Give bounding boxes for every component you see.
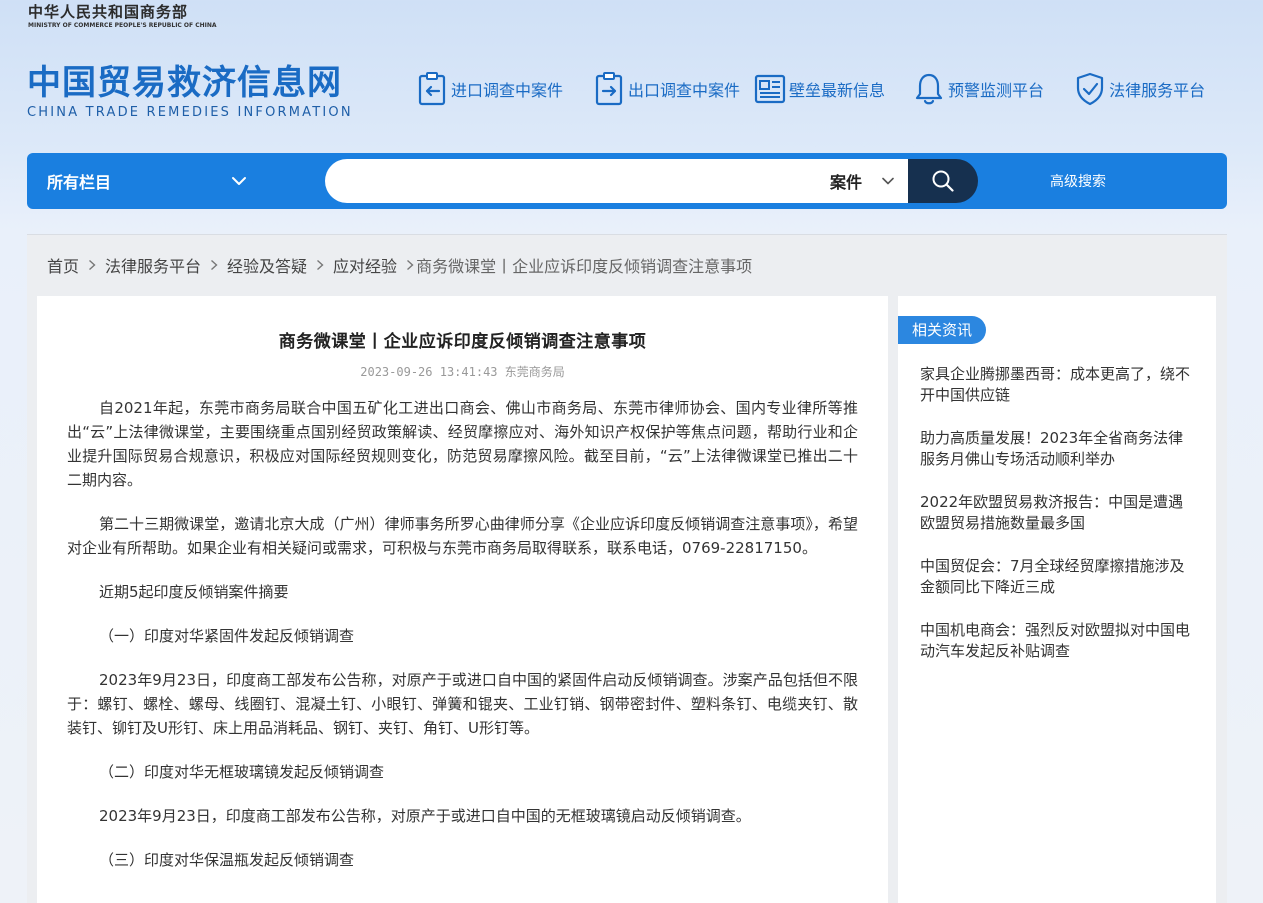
breadcrumb-current: 商务微课堂丨企业应诉印度反倾销调查注意事项 [416, 257, 753, 276]
nav-import-cases[interactable]: 进口调查中案件 [416, 72, 563, 106]
related-news-item[interactable]: 中国贸促会：7月全球经贸摩擦措施涉及金额同比下降近三成 [920, 556, 1198, 598]
nav-export-cases[interactable]: 出口调查中案件 [593, 72, 740, 106]
search-input[interactable] [325, 159, 795, 203]
content-frame: 首页 法律服务平台 经验及答疑 应对经验 商务微课堂丨企业应诉印度反倾销调查注意… [27, 234, 1227, 903]
breadcrumb-legal-service[interactable]: 法律服务平台 [105, 253, 201, 277]
shield-check-icon [1074, 72, 1106, 106]
chevron-down-icon [882, 177, 894, 185]
site-logo[interactable]: 中国贸易救济信息网 CHINA TRADE REMEDIES INFORMATI… [27, 62, 353, 122]
search-type-value: 案件 [829, 173, 862, 192]
category-select[interactable]: 所有栏目 [47, 153, 247, 209]
search-icon [932, 170, 954, 192]
nav-warning-platform[interactable]: 预警监测平台 [913, 72, 1044, 106]
article-paragraph: 自2021年起，东莞市商务局联合中国五矿化工进出口商会、佛山市商务局、东莞市律师… [67, 399, 858, 489]
article-paragraph: 近期5起印度反倾销案件摘要 [99, 583, 289, 601]
breadcrumb-experience-qa[interactable]: 经验及答疑 [227, 253, 307, 277]
site-title-en: CHINA TRADE REMEDIES INFORMATION [27, 105, 353, 120]
advanced-search-link[interactable]: 高级搜索 [1050, 153, 1106, 209]
article-paragraph: 2023年9月23日，印度商工部发布公告称，对原产于或进口自中国的紧固件启动反倾… [67, 671, 858, 737]
related-news-list: 家具企业腾挪墨西哥：成本更高了，绕不开中国供应链 助力高质量发展！2023年全省… [920, 364, 1198, 684]
article-meta: 2023-09-26 13:41:43 东莞商务局 [360, 365, 565, 379]
search-button[interactable] [908, 159, 978, 203]
search-input-wrapper: 案件 [325, 159, 908, 203]
article-body: 自2021年起，东莞市商务局联合中国五矿化工进出口商会、佛山市商务局、东莞市律师… [37, 396, 888, 872]
related-news-panel: 相关资讯 家具企业腾挪墨西哥：成本更高了，绕不开中国供应链 助力高质量发展！20… [898, 296, 1216, 903]
news-icon [754, 72, 786, 106]
article-paragraph: 2023年9月23日，印度商工部发布公告称，对原产于或进口自中国的无框玻璃镜启动… [99, 807, 751, 825]
article-paragraph: （一）印度对华紧固件发起反倾销调查 [99, 627, 355, 645]
nav-import-cases-label: 进口调查中案件 [451, 81, 564, 100]
article-title: 商务微课堂丨企业应诉印度反倾销调查注意事项 [278, 332, 647, 352]
search-bar: 所有栏目 案件 高级搜索 [27, 153, 1227, 209]
nav-legal-service[interactable]: 法律服务平台 [1074, 72, 1205, 106]
chevron-right-icon [316, 259, 324, 271]
nav-barrier-news-label: 壁垒最新信息 [789, 81, 886, 100]
article-paragraph: 第二十三期微课堂，邀请北京大成（广州）律师事务所罗心曲律师分享《企业应诉印度反倾… [67, 515, 858, 557]
related-news-item[interactable]: 中国机电商会：强烈反对欧盟拟对中国电动汽车发起反补贴调查 [920, 620, 1198, 662]
bell-icon [913, 72, 945, 106]
nav-export-cases-label: 出口调查中案件 [628, 81, 741, 100]
nav-barrier-news[interactable]: 壁垒最新信息 [754, 72, 885, 106]
nav-warning-platform-label: 预警监测平台 [948, 81, 1045, 100]
related-news-item[interactable]: 2022年欧盟贸易救济报告：中国是遭遇欧盟贸易措施数量最多国 [920, 492, 1198, 534]
import-document-icon [416, 72, 448, 106]
chevron-right-icon [210, 259, 218, 271]
ministry-name-en: MINISTRY OF COMMERCE PEOPLE'S REPUBLIC O… [28, 22, 217, 29]
category-select-value: 所有栏目 [47, 173, 112, 192]
breadcrumb-home[interactable]: 首页 [47, 253, 79, 277]
export-document-icon [593, 72, 625, 106]
chevron-right-icon [406, 259, 414, 271]
breadcrumb-response-experience[interactable]: 应对经验 [333, 253, 397, 277]
article: 商务微课堂丨企业应诉印度反倾销调查注意事项 2023-09-26 13:41:4… [37, 296, 888, 903]
chevron-down-icon [232, 177, 246, 185]
top-nav: 进口调查中案件 出口调查中案件 壁垒最新信息 预警监测平台 法律服务平台 [416, 72, 1235, 106]
search-type-select[interactable]: 案件 [830, 159, 894, 203]
nav-legal-service-label: 法律服务平台 [1109, 81, 1206, 100]
breadcrumb: 首页 法律服务平台 经验及答疑 应对经验 商务微课堂丨企业应诉印度反倾销调查注意… [47, 253, 752, 277]
chevron-right-icon [88, 259, 96, 271]
ministry-logo[interactable]: 中华人民共和国商务部 MINISTRY OF COMMERCE PEOPLE'S… [28, 2, 217, 29]
article-paragraph: （三）印度对华保温瓶发起反倾销调查 [99, 851, 355, 869]
related-news-item[interactable]: 助力高质量发展！2023年全省商务法律服务月佛山专场活动顺利举办 [920, 428, 1198, 470]
related-news-item[interactable]: 家具企业腾挪墨西哥：成本更高了，绕不开中国供应链 [920, 364, 1198, 406]
article-paragraph: （二）印度对华无框玻璃镜发起反倾销调查 [99, 763, 385, 781]
related-news-heading: 相关资讯 [898, 316, 987, 344]
ministry-name-cn: 中华人民共和国商务部 [28, 3, 189, 21]
site-title-cn: 中国贸易救济信息网 [27, 63, 342, 103]
